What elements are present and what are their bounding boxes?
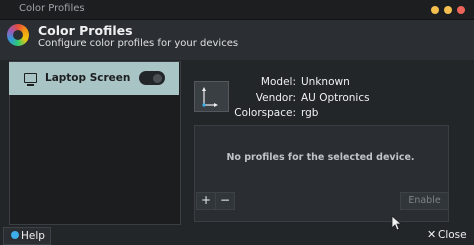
colorspace-value: rgb xyxy=(301,107,319,119)
vendor-value: AU Optronics xyxy=(301,92,370,104)
model-value: Unknown xyxy=(301,76,350,88)
help-icon xyxy=(11,231,19,239)
close-button-label: Close xyxy=(438,229,467,241)
remove-profile-button[interactable]: − xyxy=(215,192,235,210)
color-wheel-icon xyxy=(7,24,29,46)
monitor-icon xyxy=(24,73,37,86)
page-subtitle: Configure color profiles for your device… xyxy=(38,38,239,49)
close-x-icon: ✕ xyxy=(427,228,437,241)
mouse-pointer-icon xyxy=(391,215,403,235)
enable-profile-button[interactable]: Enable xyxy=(400,192,449,210)
add-profile-button[interactable]: + xyxy=(196,192,216,210)
window-close-button[interactable] xyxy=(457,6,465,14)
vendor-label: Vendor: xyxy=(255,92,296,104)
minimize-button[interactable] xyxy=(431,6,439,14)
toggle-knob xyxy=(153,74,162,83)
help-button-label: Help xyxy=(21,230,45,242)
colorspace-label: Colorspace: xyxy=(234,107,296,119)
empty-profiles-message: No profiles for the selected device. xyxy=(226,152,415,163)
maximize-button[interactable] xyxy=(444,6,452,14)
page-title: Color Profiles xyxy=(38,23,133,38)
model-label: Model: xyxy=(260,76,296,88)
device-label: Laptop Screen xyxy=(45,72,131,84)
window-title: Color Profiles xyxy=(19,3,85,14)
